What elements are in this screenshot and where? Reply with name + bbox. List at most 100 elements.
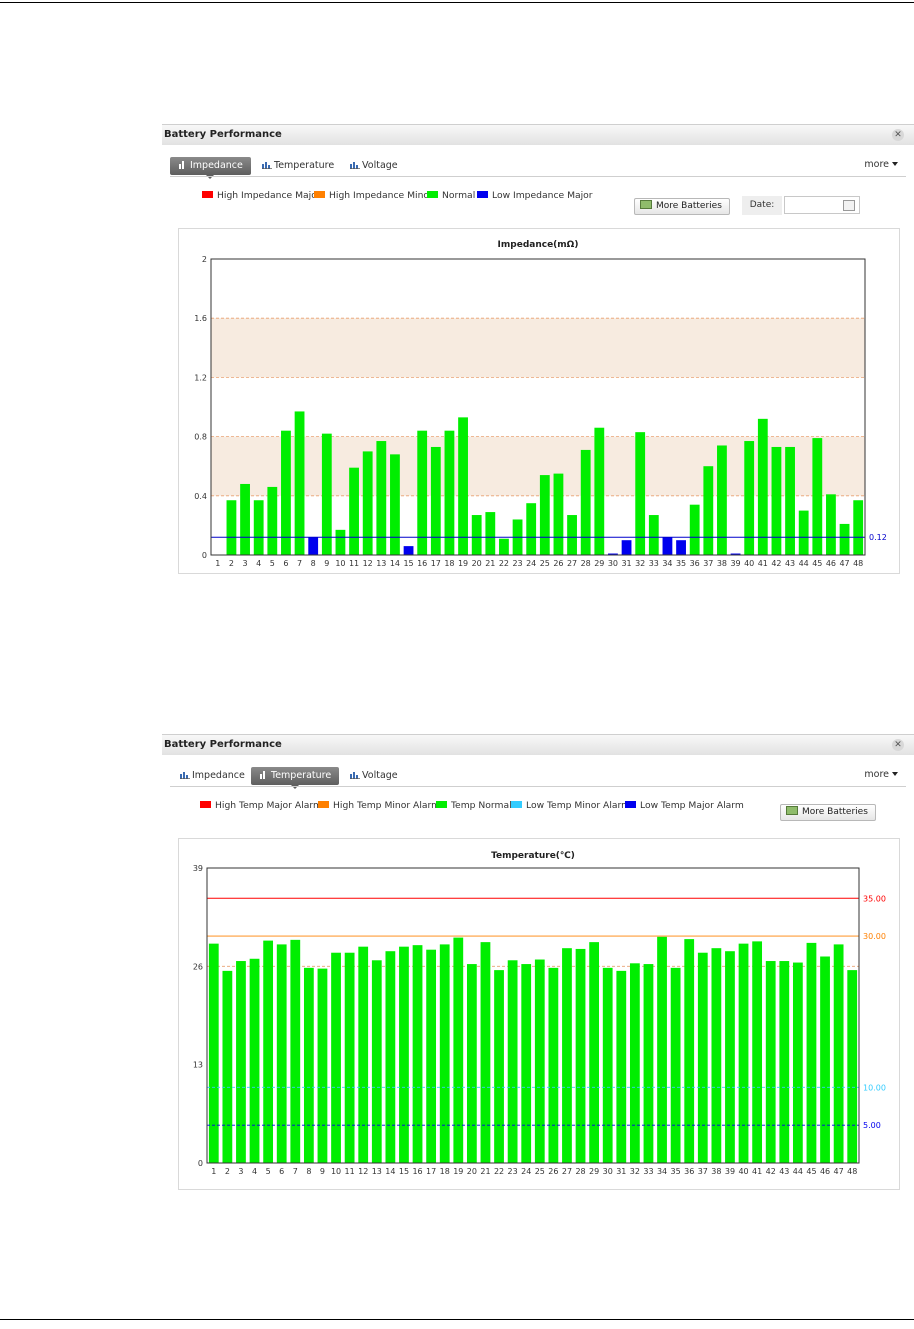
x-tick-label: 48 [847, 1167, 857, 1176]
x-tick-label: 2 [225, 1167, 230, 1176]
bottom-rule [0, 1319, 914, 1320]
y-tick-label: 2 [202, 255, 207, 264]
bar [485, 512, 496, 555]
tab-voltage[interactable]: Voltage [350, 157, 398, 175]
bar-chart-icon [262, 161, 272, 169]
more-menu[interactable]: more [864, 159, 898, 170]
bar-chart-icon [180, 771, 190, 779]
bar [267, 486, 278, 555]
threshold-label: 5.00 [863, 1121, 881, 1130]
bar [466, 964, 477, 1163]
threshold-label: 10.00 [863, 1083, 886, 1092]
tab-temperature[interactable]: Temperature [251, 767, 340, 789]
bar [308, 537, 319, 555]
x-tick-label: 42 [771, 559, 781, 568]
x-tick-label: 1 [215, 559, 220, 568]
x-tick-label: 38 [711, 1167, 721, 1176]
button-label: More Batteries [802, 807, 868, 817]
x-tick-label: 27 [567, 559, 577, 568]
impedance-panel: Battery Performance ✕ Impedance Temperat… [162, 124, 914, 576]
bar [785, 446, 795, 555]
bar [621, 540, 632, 555]
y-tick-label: 0 [202, 551, 207, 560]
calendar-icon[interactable] [843, 200, 855, 211]
date-input[interactable] [784, 196, 860, 214]
legend-item-high-minor: High Temp Minor Alarm [318, 800, 440, 812]
tab-label: Voltage [362, 160, 398, 171]
legend-swatch [625, 801, 636, 808]
bar-chart-icon [260, 770, 265, 779]
x-tick-label: 24 [526, 559, 536, 568]
x-tick-label: 39 [730, 559, 740, 568]
x-tick-label: 37 [698, 1167, 708, 1176]
bar [798, 510, 809, 555]
x-tick-label: 18 [440, 1167, 450, 1176]
bar [717, 445, 727, 555]
close-icon[interactable]: ✕ [892, 739, 904, 751]
x-tick-label: 15 [403, 559, 413, 568]
bar [494, 970, 504, 1163]
x-tick-label: 27 [562, 1167, 572, 1176]
bar [833, 944, 844, 1163]
threshold-label: 30.00 [863, 932, 886, 941]
bar [548, 967, 559, 1163]
bar [657, 936, 667, 1163]
bar [684, 939, 695, 1163]
x-tick-label: 41 [752, 1167, 762, 1176]
more-menu[interactable]: more [864, 769, 898, 780]
x-tick-label: 13 [376, 559, 386, 568]
bar [290, 939, 301, 1163]
button-label: More Batteries [656, 201, 722, 211]
x-tick-label: 44 [793, 1167, 803, 1176]
tab-impedance[interactable]: Impedance [180, 767, 245, 785]
more-batteries-button[interactable]: More Batteries [780, 804, 876, 821]
y-tick-label: 1.6 [194, 314, 207, 323]
legend-item-normal: Temp Normal [436, 800, 512, 812]
x-tick-label: 26 [548, 1167, 558, 1176]
tab-voltage[interactable]: Voltage [350, 767, 398, 785]
x-tick-label: 20 [467, 1167, 477, 1176]
bar [276, 944, 287, 1163]
bar [771, 446, 782, 555]
bar [820, 956, 830, 1163]
bar [725, 951, 735, 1163]
x-tick-label: 3 [243, 559, 248, 568]
more-batteries-button[interactable]: More Batteries [634, 198, 730, 215]
x-tick-label: 30 [608, 559, 618, 568]
x-tick-label: 3 [238, 1167, 243, 1176]
panel-titlebar: Battery Performance ✕ [162, 124, 914, 145]
x-tick-label: 32 [635, 559, 645, 568]
bar [349, 467, 359, 555]
bar [635, 432, 646, 555]
x-tick-label: 28 [581, 559, 591, 568]
legend-item-high-minor: High Impedance Minor [314, 190, 433, 202]
legend-swatch [202, 191, 213, 198]
bar [589, 942, 600, 1163]
x-tick-label: 8 [306, 1167, 311, 1176]
x-tick-label: 10 [331, 1167, 341, 1176]
x-tick-label: 7 [293, 1167, 298, 1176]
x-tick-label: 31 [616, 1167, 626, 1176]
bar [534, 959, 545, 1163]
x-tick-label: 17 [426, 1167, 436, 1176]
x-tick-label: 16 [412, 1167, 422, 1176]
x-tick-label: 9 [320, 1167, 325, 1176]
legend-swatch [427, 191, 438, 198]
x-tick-label: 23 [508, 1167, 518, 1176]
bar [648, 515, 659, 555]
batteries-icon [786, 806, 798, 815]
panel-title: Battery Performance [164, 129, 282, 140]
bar [236, 961, 246, 1163]
legend-label: Low Temp Minor Alarm [526, 800, 631, 811]
x-tick-label: 14 [390, 559, 400, 568]
legend: High Impedance Major High Impedance Mino… [202, 190, 602, 202]
tab-temperature[interactable]: Temperature [262, 157, 334, 175]
bar [385, 951, 396, 1163]
more-label: more [864, 159, 889, 170]
y-tick-label: 13 [193, 1061, 203, 1070]
tab-impedance[interactable]: Impedance [170, 157, 251, 179]
legend-label: High Impedance Major [217, 190, 321, 201]
bar [602, 967, 613, 1163]
legend-item-high-major: High Impedance Major [202, 190, 321, 202]
close-icon[interactable]: ✕ [892, 129, 904, 141]
